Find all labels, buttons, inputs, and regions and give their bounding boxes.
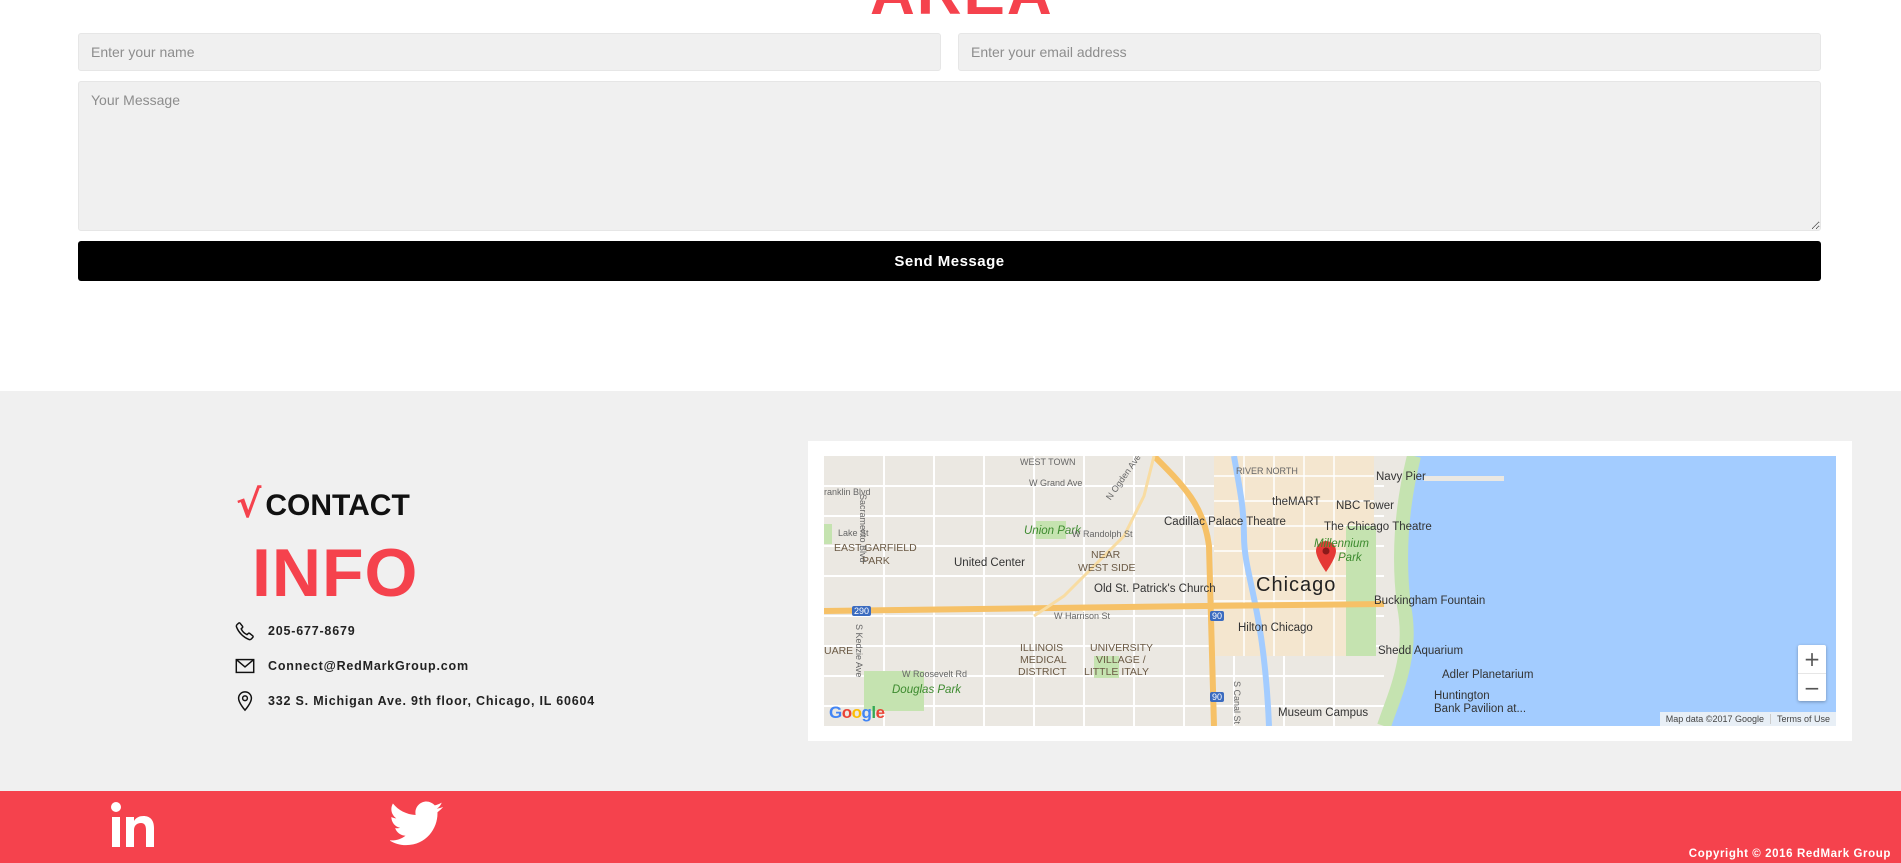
google-map[interactable]: WEST TOWN W Grand Ave RIVER NORTH Navy P… xyxy=(824,456,1836,726)
envelope-icon xyxy=(235,658,255,674)
map-label: United Center xyxy=(954,557,1025,569)
highway-shield-icon: 290 xyxy=(852,606,872,616)
terms-of-use-link[interactable]: Terms of Use xyxy=(1769,714,1836,724)
map-label: UARE xyxy=(824,645,854,657)
map-label: Park xyxy=(1338,552,1362,564)
page: AREA Send Message √ CONTACT INFO 205-677… xyxy=(0,0,1901,863)
section-heading-partial: AREA xyxy=(870,0,1054,29)
map-label: The Chicago Theatre xyxy=(1324,521,1432,533)
map-label: Millennium xyxy=(1314,538,1369,550)
map-zoom-control: + − xyxy=(1798,645,1826,701)
email-input[interactable] xyxy=(958,33,1821,71)
map-label: WEST SIDE xyxy=(1078,562,1136,574)
map-attribution: Map data ©2017 Google xyxy=(1665,714,1764,724)
site-footer: Copyright © 2016 RedMark Group xyxy=(0,791,1901,863)
contact-email[interactable]: Connect@RedMarkGroup.com xyxy=(268,659,469,673)
contact-heading: CONTACT xyxy=(265,489,410,522)
map-label: MEDICAL xyxy=(1020,654,1067,666)
zoom-out-button[interactable]: − xyxy=(1798,673,1826,701)
map-label: Adler Planetarium xyxy=(1442,669,1534,681)
copyright-text: Copyright © 2016 RedMark Group xyxy=(1688,848,1891,860)
contact-info-section: √ CONTACT INFO 205-677-8679 Connect@RedM… xyxy=(0,391,1901,791)
contact-phone[interactable]: 205-677-8679 xyxy=(268,624,355,638)
map-label: WEST TOWN xyxy=(1020,457,1076,467)
map-label: Sacramento Blvd xyxy=(858,494,868,563)
phone-icon xyxy=(235,622,254,641)
map-label: VILLAGE / xyxy=(1096,654,1146,666)
name-input[interactable] xyxy=(78,33,941,71)
map-label: Huntington xyxy=(1434,690,1490,702)
map-label: W Grand Ave xyxy=(1029,478,1083,488)
map-label: theMART xyxy=(1272,496,1321,508)
send-message-button[interactable]: Send Message xyxy=(78,241,1821,281)
map-label: W Randolph St xyxy=(1072,529,1133,539)
map-label: EAST GARFIELD xyxy=(834,542,917,554)
map-label: Navy Pier xyxy=(1376,471,1426,483)
contact-phone-row: 205-677-8679 xyxy=(234,620,355,642)
map-label: RIVER NORTH xyxy=(1236,466,1298,476)
map-frame: WEST TOWN W Grand Ave RIVER NORTH Navy P… xyxy=(808,441,1852,741)
map-label: Bank Pavilion at... xyxy=(1434,703,1527,715)
map-label: Cadillac Palace Theatre xyxy=(1164,516,1286,528)
map-label: Buckingham Fountain xyxy=(1374,595,1486,607)
highway-shield-icon: 90 xyxy=(1210,611,1225,621)
map-label: UNIVERSITY xyxy=(1090,642,1154,654)
map-label: DISTRICT xyxy=(1018,666,1067,678)
contact-address: 332 S. Michigan Ave. 9th floor, Chicago,… xyxy=(268,694,596,708)
twitter-icon[interactable] xyxy=(390,801,444,847)
contact-address-row: 332 S. Michigan Ave. 9th floor, Chicago,… xyxy=(234,690,595,712)
map-pin-icon xyxy=(237,691,253,712)
map-label: LITTLE ITALY xyxy=(1084,666,1149,678)
message-textarea[interactable] xyxy=(78,81,1821,231)
map-label: Douglas Park xyxy=(892,684,962,696)
highway-shield-icon: 90 xyxy=(1210,692,1225,702)
map-label: Old St. Patrick's Church xyxy=(1094,583,1216,595)
info-heading: INFO xyxy=(252,535,419,611)
map-label: W Roosevelt Rd xyxy=(902,669,968,679)
map-label: NEAR xyxy=(1091,549,1121,561)
contact-title: √ CONTACT xyxy=(236,485,410,523)
check-mark-icon: √ xyxy=(236,482,262,526)
map-label: Shedd Aquarium xyxy=(1378,645,1464,657)
map-city-label: Chicago xyxy=(1256,574,1337,596)
map-label: S Kedzie Ave xyxy=(854,624,864,678)
zoom-in-button[interactable]: + xyxy=(1798,645,1826,673)
map-attribution-bar: Map data ©2017 Google Terms of Use xyxy=(1659,712,1836,726)
google-logo: Google xyxy=(829,703,885,722)
map-label: S Canal St xyxy=(1232,681,1242,725)
map-label: Hilton Chicago xyxy=(1238,622,1313,634)
map-label: Museum Campus xyxy=(1278,707,1369,719)
map-label: W Harrison St xyxy=(1054,611,1111,621)
contact-email-row: Connect@RedMarkGroup.com xyxy=(234,655,469,677)
map-label: NBC Tower xyxy=(1336,500,1394,512)
map-label: ILLINOIS xyxy=(1020,642,1064,654)
linkedin-icon[interactable] xyxy=(110,801,162,851)
